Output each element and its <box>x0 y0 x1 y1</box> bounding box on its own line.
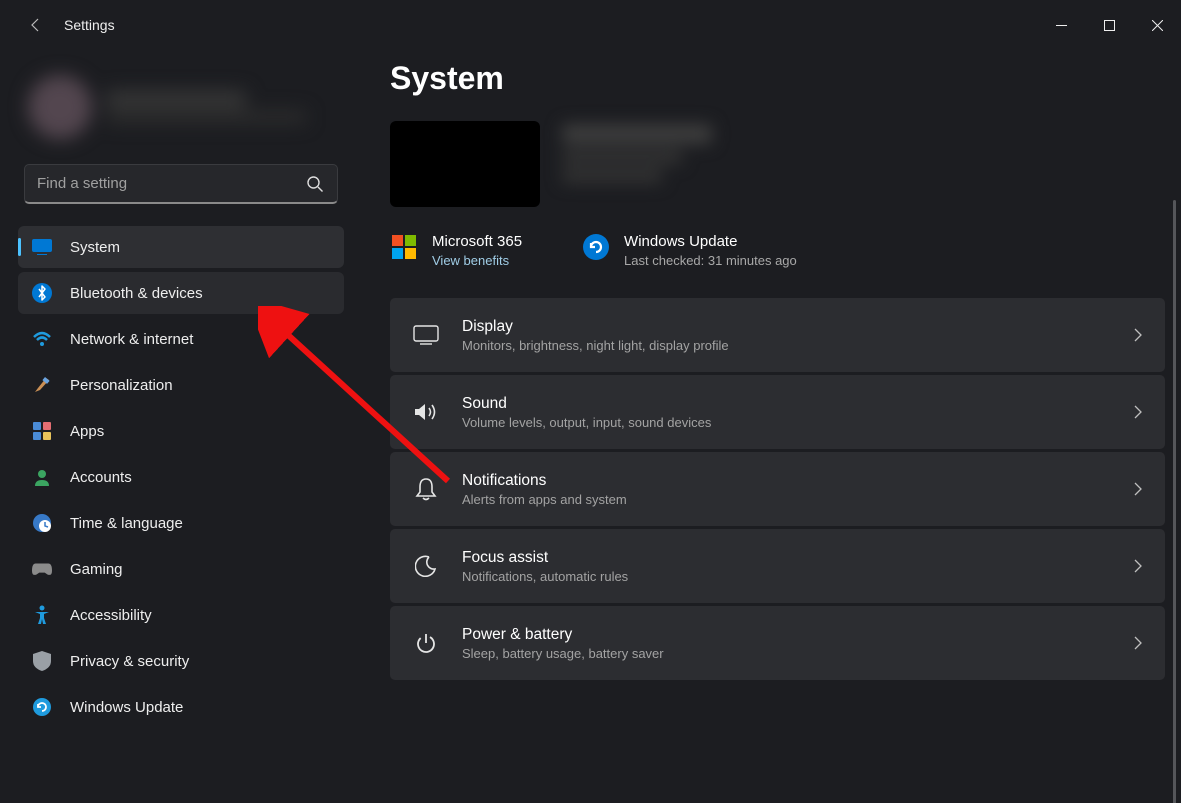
nav-list: System Bluetooth & devices Network & int… <box>18 226 344 728</box>
sidebar-item-apps[interactable]: Apps <box>18 410 344 452</box>
sidebar-item-time-language[interactable]: Time & language <box>18 502 344 544</box>
sidebar-item-label: Windows Update <box>70 699 183 716</box>
card-subtitle: Sleep, battery usage, battery saver <box>462 646 1133 661</box>
card-subtitle: Alerts from apps and system <box>462 492 1133 507</box>
chevron-right-icon <box>1133 635 1143 651</box>
sidebar-item-label: Gaming <box>70 561 123 578</box>
card-title: Notifications <box>462 472 1133 490</box>
promo-title: Windows Update <box>624 233 797 250</box>
promo-row: Microsoft 365 View benefits Windows Upda… <box>390 233 1165 268</box>
main-content: System Microsoft 365 View benefits <box>358 50 1181 803</box>
windows-update-icon <box>582 233 610 261</box>
system-icon <box>32 237 52 257</box>
promo-windows-update[interactable]: Windows Update Last checked: 31 minutes … <box>582 233 797 268</box>
device-thumbnail <box>390 121 540 207</box>
settings-cards: Display Monitors, brightness, night ligh… <box>390 298 1165 680</box>
card-subtitle: Notifications, automatic rules <box>462 569 1133 584</box>
chevron-right-icon <box>1133 327 1143 343</box>
card-subtitle: Monitors, brightness, night light, displ… <box>462 338 1133 353</box>
sidebar-item-bluetooth[interactable]: Bluetooth & devices <box>18 272 344 314</box>
close-icon <box>1152 20 1163 31</box>
app-title: Settings <box>64 17 115 33</box>
sidebar-item-system[interactable]: System <box>18 226 344 268</box>
moon-icon <box>412 552 440 580</box>
card-title: Power & battery <box>462 626 1133 644</box>
sidebar-item-label: Network & internet <box>70 331 193 348</box>
card-power-battery[interactable]: Power & battery Sleep, battery usage, ba… <box>390 606 1165 680</box>
card-title: Focus assist <box>462 549 1133 567</box>
card-title: Sound <box>462 395 1133 413</box>
scrollbar[interactable] <box>1173 200 1176 803</box>
bluetooth-icon <box>32 283 52 303</box>
back-arrow-icon <box>28 17 44 33</box>
sidebar-item-label: Time & language <box>70 515 183 532</box>
sidebar-item-personalization[interactable]: Personalization <box>18 364 344 406</box>
sidebar-item-windows-update[interactable]: Windows Update <box>18 686 344 728</box>
window-controls <box>1037 5 1181 45</box>
accounts-icon <box>32 467 52 487</box>
promo-title: Microsoft 365 <box>432 233 522 250</box>
shield-icon <box>32 651 52 671</box>
bell-icon <box>412 475 440 503</box>
apps-icon <box>32 421 52 441</box>
sound-icon <box>412 398 440 426</box>
card-title: Display <box>462 318 1133 336</box>
maximize-icon <box>1104 20 1115 31</box>
promo-subtitle[interactable]: View benefits <box>432 253 522 268</box>
display-icon <box>412 321 440 349</box>
sidebar-item-privacy[interactable]: Privacy & security <box>18 640 344 682</box>
chevron-right-icon <box>1133 558 1143 574</box>
promo-microsoft-365[interactable]: Microsoft 365 View benefits <box>390 233 522 268</box>
m365-icon <box>390 233 418 261</box>
gaming-icon <box>32 559 52 579</box>
sidebar-item-label: Bluetooth & devices <box>70 285 203 302</box>
avatar <box>28 75 92 139</box>
promo-subtitle: Last checked: 31 minutes ago <box>624 253 797 268</box>
chevron-right-icon <box>1133 404 1143 420</box>
sidebar-item-label: Accessibility <box>70 607 152 624</box>
update-icon <box>32 697 52 717</box>
wifi-icon <box>32 329 52 349</box>
user-account-block[interactable] <box>18 64 344 150</box>
card-display[interactable]: Display Monitors, brightness, night ligh… <box>390 298 1165 372</box>
sidebar-item-label: Apps <box>70 423 104 440</box>
search-icon <box>305 174 325 194</box>
sidebar-item-label: Accounts <box>70 469 132 486</box>
minimize-button[interactable] <box>1037 5 1085 45</box>
search-box[interactable] <box>24 164 338 204</box>
close-button[interactable] <box>1133 5 1181 45</box>
card-subtitle: Volume levels, output, input, sound devi… <box>462 415 1133 430</box>
device-info <box>562 124 742 204</box>
device-header <box>390 121 1165 207</box>
card-notifications[interactable]: Notifications Alerts from apps and syste… <box>390 452 1165 526</box>
paintbrush-icon <box>32 375 52 395</box>
search-input[interactable] <box>25 165 305 202</box>
sidebar-item-network[interactable]: Network & internet <box>18 318 344 360</box>
maximize-button[interactable] <box>1085 5 1133 45</box>
back-button[interactable] <box>18 7 54 43</box>
sidebar-item-label: Personalization <box>70 377 173 394</box>
chevron-right-icon <box>1133 481 1143 497</box>
titlebar: Settings <box>0 0 1181 50</box>
minimize-icon <box>1056 20 1067 31</box>
sidebar: System Bluetooth & devices Network & int… <box>0 50 358 803</box>
power-icon <box>412 629 440 657</box>
sidebar-item-accounts[interactable]: Accounts <box>18 456 344 498</box>
globe-clock-icon <box>32 513 52 533</box>
page-title: System <box>390 60 1165 97</box>
sidebar-item-gaming[interactable]: Gaming <box>18 548 344 590</box>
sidebar-item-label: System <box>70 239 120 256</box>
accessibility-icon <box>32 605 52 625</box>
card-focus-assist[interactable]: Focus assist Notifications, automatic ru… <box>390 529 1165 603</box>
card-sound[interactable]: Sound Volume levels, output, input, soun… <box>390 375 1165 449</box>
sidebar-item-accessibility[interactable]: Accessibility <box>18 594 344 636</box>
sidebar-item-label: Privacy & security <box>70 653 189 670</box>
